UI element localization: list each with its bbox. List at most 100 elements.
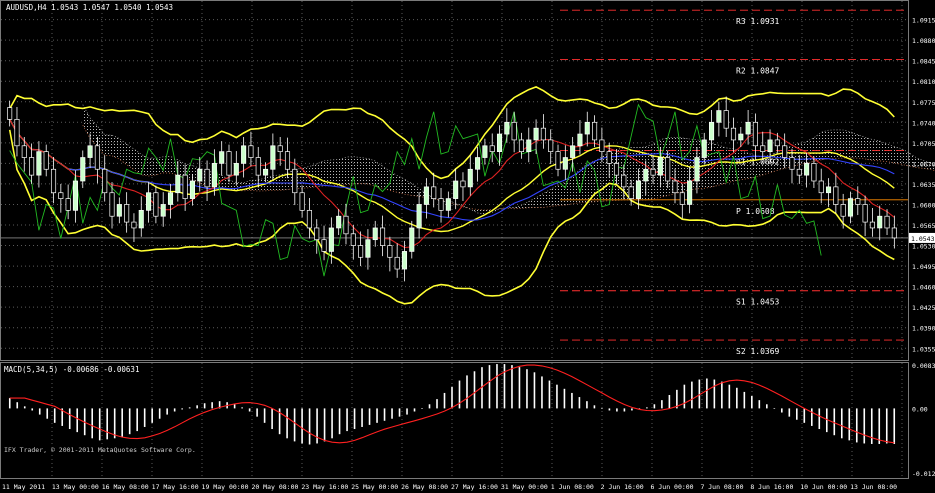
candle[interactable] (409, 220, 415, 259)
candle[interactable] (518, 132, 525, 159)
candle[interactable] (840, 193, 846, 229)
candle[interactable] (475, 146, 481, 182)
pivot-label-s1: S1 1.0453 (736, 298, 780, 307)
candle[interactable] (833, 172, 839, 214)
macd-label: MACD(5,34,5) -0.00686 -0.00631 (4, 365, 139, 374)
macd-bar (466, 375, 468, 409)
time-tick-label: 19 May 00:00 (202, 483, 249, 491)
candle[interactable] (438, 188, 444, 223)
price-tick-label: 1.0495 (912, 263, 935, 271)
candle[interactable] (445, 191, 451, 218)
macd-bar (631, 408, 633, 411)
macd-tick-label: -0.01253 (912, 470, 935, 478)
candle[interactable] (482, 138, 488, 165)
candle[interactable] (504, 108, 510, 143)
candle[interactable] (877, 205, 883, 241)
candle[interactable] (533, 119, 539, 155)
macd-indicator[interactable] (8, 364, 896, 445)
candle[interactable] (387, 236, 393, 272)
time-tick-label: 26 May 08:00 (401, 483, 448, 491)
price-chart[interactable]: R3 1.0931R2 1.0847R1 1.0692P 1.0608S1 1.… (0, 0, 935, 493)
candle[interactable] (306, 198, 312, 239)
candle[interactable] (116, 197, 122, 224)
candle[interactable] (496, 125, 503, 166)
candle[interactable] (869, 207, 875, 237)
candle[interactable] (752, 113, 758, 160)
price-tick-label: 1.0635 (912, 181, 935, 189)
candle[interactable] (146, 182, 152, 223)
macd-bar (293, 408, 296, 442)
candle[interactable] (825, 178, 832, 207)
candle[interactable] (36, 141, 42, 188)
candle[interactable] (723, 96, 729, 137)
macd-bar (188, 407, 191, 409)
candle[interactable] (862, 195, 868, 237)
macd-bar (518, 367, 521, 409)
macd-bar (376, 408, 378, 423)
candle[interactable] (365, 229, 371, 270)
candle[interactable] (233, 151, 239, 186)
candle[interactable] (336, 209, 342, 235)
macd-bar (413, 408, 416, 412)
candle[interactable] (138, 196, 144, 237)
candle[interactable] (891, 215, 897, 249)
candle[interactable] (43, 144, 49, 177)
chart-window[interactable]: R3 1.0931 R2 1.0847 R1 1.0692 P 1.0608 S1 1.… (0, 0, 935, 493)
candle[interactable] (58, 183, 64, 213)
candle[interactable] (847, 191, 854, 224)
macd-bar (368, 408, 371, 425)
candle[interactable] (394, 243, 400, 278)
candle[interactable] (14, 107, 20, 157)
candle[interactable] (153, 185, 159, 224)
candle[interactable] (160, 192, 166, 227)
candle[interactable] (730, 117, 737, 153)
candle[interactable] (818, 168, 824, 204)
candle[interactable] (204, 160, 210, 201)
candle[interactable] (80, 150, 86, 189)
macd-bar (601, 408, 603, 409)
macd-bar (406, 408, 408, 415)
macd-bar (721, 381, 723, 409)
macd-bar (233, 404, 236, 409)
macd-bar (31, 408, 34, 411)
candle[interactable] (540, 114, 546, 149)
macd-bar (353, 408, 356, 430)
candle[interactable] (431, 172, 437, 208)
time-tick-label: 2 Jun 16:00 (601, 483, 644, 491)
candle[interactable] (277, 136, 283, 166)
candle[interactable] (584, 111, 590, 147)
macd-bar (323, 408, 326, 442)
candle[interactable] (548, 129, 554, 164)
macd-bar (436, 399, 438, 409)
candle[interactable] (167, 183, 174, 219)
candle[interactable] (72, 170, 79, 223)
candle[interactable] (467, 155, 473, 196)
time-tick-label: 20 May 08:00 (251, 483, 298, 491)
candle[interactable] (292, 158, 298, 206)
candle[interactable] (284, 137, 291, 179)
candle[interactable] (219, 141, 225, 176)
candle[interactable] (102, 155, 108, 202)
macd-bar (848, 408, 851, 441)
candle[interactable] (489, 133, 495, 163)
candle[interactable] (299, 185, 305, 218)
price-tick-label: 1.0915 (912, 17, 935, 25)
candle[interactable] (716, 101, 722, 137)
candle[interactable] (416, 192, 422, 239)
candle[interactable] (526, 127, 532, 163)
candle[interactable] (343, 203, 349, 245)
candle[interactable] (350, 225, 356, 260)
candle[interactable] (555, 144, 561, 177)
candle[interactable] (379, 215, 386, 257)
price-tick-label: 1.0670 (912, 160, 935, 168)
macd-tick-label: 0.00839 (912, 362, 935, 370)
candle[interactable] (358, 231, 364, 267)
candle[interactable] (124, 192, 130, 233)
candle[interactable] (321, 225, 327, 261)
candle[interactable] (592, 115, 598, 147)
macd-bar (263, 408, 266, 423)
candle[interactable] (270, 133, 276, 180)
candle[interactable] (460, 172, 466, 201)
candle[interactable] (577, 119, 583, 155)
candle[interactable] (50, 156, 57, 204)
